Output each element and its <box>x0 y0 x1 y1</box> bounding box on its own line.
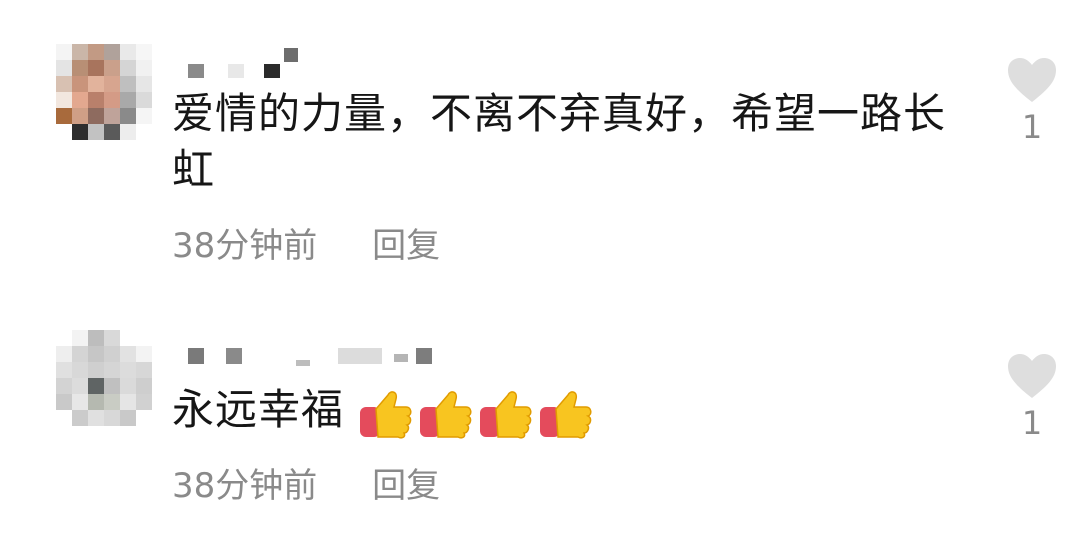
comment-text-line: 虹 <box>172 145 216 194</box>
comment-meta: 38分钟前 回复 <box>172 218 484 267</box>
comment-text: 永远幸福 <box>172 382 952 439</box>
timestamp: 38分钟前 <box>172 226 318 266</box>
heart-icon[interactable] <box>1000 352 1064 400</box>
like-button[interactable]: 1 <box>1000 352 1064 442</box>
comment-text: 爱情的力量，不离不弃真好，希望一路长 虹 <box>172 86 952 198</box>
reply-button[interactable]: 回复 <box>372 226 440 266</box>
thumbs-up-icon <box>480 390 532 439</box>
thumbs-up-icon <box>360 390 412 439</box>
like-count: 1 <box>1021 404 1043 442</box>
like-button[interactable]: 1 <box>1000 56 1064 146</box>
timestamp: 38分钟前 <box>172 466 318 506</box>
thumbs-up-icon <box>540 390 592 439</box>
reply-button[interactable]: 回复 <box>372 466 440 506</box>
comment-meta: 38分钟前 回复 <box>172 458 484 507</box>
avatar[interactable] <box>56 44 152 140</box>
comment-text-content: 永远幸福 <box>172 385 345 434</box>
emoji-group <box>358 387 594 439</box>
comment-text-line: 爱情的力量，不离不弃真好，希望一路长 <box>172 89 947 138</box>
like-count: 1 <box>1021 108 1043 146</box>
heart-icon[interactable] <box>1000 56 1064 104</box>
thumbs-up-icon <box>420 390 472 439</box>
username-masked[interactable] <box>188 346 448 376</box>
avatar[interactable] <box>56 330 152 426</box>
username-masked[interactable] <box>188 48 308 78</box>
